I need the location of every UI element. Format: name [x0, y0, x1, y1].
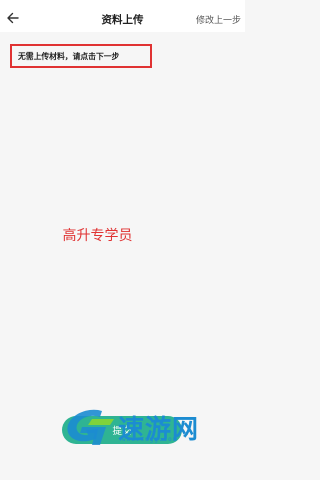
edit-previous-step-link[interactable]: 修改上一步 — [196, 13, 241, 26]
no-upload-notice: 无需上传材料，请点击下一步 — [10, 44, 152, 68]
top-nav-bar: 资料上传 修改上一步 — [0, 6, 245, 32]
student-type-label: 高升专学员 — [62, 228, 133, 244]
submit-button[interactable]: 提交 — [62, 416, 182, 444]
submit-label: 提交 — [112, 426, 132, 437]
notice-text: 无需上传材料，请点击下一步 — [18, 51, 120, 61]
upload-content-area: 无需上传材料，请点击下一步 高升专学员 — [0, 32, 245, 480]
